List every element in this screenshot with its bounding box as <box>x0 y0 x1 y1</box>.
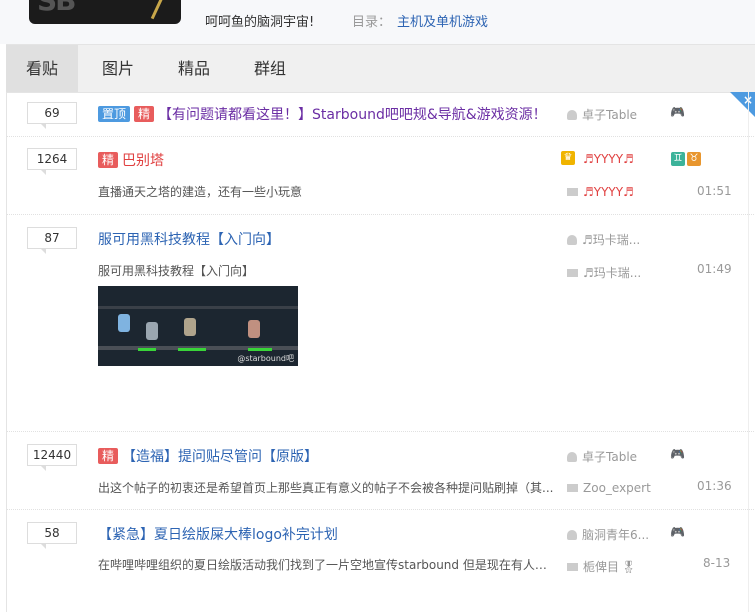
right-divider <box>748 92 749 612</box>
comment-icon <box>567 563 578 571</box>
last-reply-time: 8-13 <box>703 556 731 570</box>
thumb-character <box>118 314 130 332</box>
forum-header: SB 呵呵鱼的脑洞宇宙! 目录： 主机及单机游戏 <box>0 0 755 44</box>
thread-author[interactable]: 卓子Table <box>567 106 637 123</box>
thread-title[interactable]: 服可用黑科技教程【入门向】 <box>98 229 280 249</box>
reply-count: 69 <box>27 102 77 129</box>
author-name[interactable]: 卓子Table <box>582 108 637 122</box>
badge-icon: 🎖 <box>621 560 637 574</box>
zodiac-taurus-icon: ♉ <box>687 152 701 166</box>
last-reply-name[interactable]: Zoo_expert <box>583 481 651 495</box>
tab-featured[interactable]: 精品 <box>158 45 230 92</box>
thread-title[interactable]: 置顶精【有问题请都看这里！】Starbound吧吧规&导航&游戏资源！ <box>98 104 547 124</box>
reply-count: 87 <box>27 227 77 254</box>
user-icon <box>567 452 577 462</box>
tab-groups[interactable]: 群组 <box>234 45 306 92</box>
last-reply-author[interactable]: Zoo_expert <box>567 481 651 495</box>
directory-label: 目录： <box>352 15 392 30</box>
thread-list: × 69 置顶精【有问题请都看这里！】Starbound吧吧规&导航&游戏资源！… <box>6 92 755 612</box>
author-name[interactable]: 卓子Table <box>582 450 637 464</box>
thread-abstract: 服可用黑科技教程【入门向】 <box>98 264 255 278</box>
thread-title-text[interactable]: 【造福】提问贴尽管问【原版】 <box>122 449 318 465</box>
game-controller-icon: 🎮 <box>670 105 685 119</box>
comment-icon <box>567 269 578 277</box>
reply-count: 1264 <box>27 148 77 175</box>
thread-title[interactable]: 精巴别塔 <box>98 150 164 170</box>
last-reply-time: 01:51 <box>697 184 732 198</box>
featured-tag: 精 <box>98 448 119 464</box>
thumb-platform <box>98 306 298 309</box>
thread-author[interactable]: 卓子Table <box>567 448 637 465</box>
thumb-character <box>184 318 196 336</box>
last-reply-author[interactable]: ♬玛卡瑞... <box>567 264 641 281</box>
forum-slogan: 呵呵鱼的脑洞宇宙! <box>205 15 315 30</box>
thumb-watermark: @starbound吧 <box>237 354 294 363</box>
logo-mark: SB <box>37 0 76 17</box>
tab-posts[interactable]: 看贴 <box>6 45 78 92</box>
logo-stroke <box>150 0 167 20</box>
directory-link[interactable]: 主机及单机游戏 <box>397 11 488 30</box>
row-divider <box>7 431 755 432</box>
game-controller-icon: 🎮 <box>670 447 685 461</box>
forum-logo[interactable]: SB <box>29 0 181 24</box>
comment-icon <box>567 484 578 492</box>
tab-bar: 看贴 图片 精品 群组 <box>6 44 755 93</box>
game-controller-icon: 🎮 <box>670 525 685 539</box>
thumb-character <box>248 320 260 338</box>
last-reply-time: 01:49 <box>697 262 732 276</box>
user-icon <box>567 530 577 540</box>
thread-abstract: 在哔哩哔哩组织的夏日绘版活动我们找到了一片空地宣传starbound 但是现在有… <box>98 558 554 572</box>
row-divider <box>7 509 755 510</box>
last-reply-name[interactable]: 栀俾目 <box>583 560 619 574</box>
thread-thumbnail[interactable]: @starbound吧 <box>98 286 298 366</box>
author-name[interactable]: 脑洞青年6... <box>582 528 649 542</box>
thread-author[interactable]: ♬YYYY♬ <box>583 152 634 166</box>
thumb-character <box>146 322 158 340</box>
thread-title-text[interactable]: 【有问题请都看这里！】Starbound吧吧规&导航&游戏资源！ <box>158 107 547 123</box>
featured-tag: 精 <box>98 152 119 168</box>
author-name[interactable]: ♬玛卡瑞... <box>582 233 640 247</box>
featured-tag: 精 <box>134 106 155 122</box>
comment-icon <box>567 188 578 196</box>
thread-author[interactable]: 脑洞青年6... <box>567 526 649 543</box>
last-reply-name[interactable]: ♬YYYY♬ <box>583 185 634 199</box>
last-reply-author[interactable]: 栀俾目 🎖 <box>567 558 636 575</box>
last-reply-author[interactable]: ♬YYYY♬ <box>567 185 634 199</box>
pinned-tag: 置顶 <box>98 106 131 122</box>
reply-count: 12440 <box>27 444 77 471</box>
thumb-health-bar <box>178 348 206 351</box>
tab-images[interactable]: 图片 <box>82 45 154 92</box>
thread-abstract: 直播通天之塔的建造，还有一些小玩意 <box>98 185 303 199</box>
thread-author[interactable]: ♬玛卡瑞... <box>567 231 640 248</box>
user-icon <box>567 235 577 245</box>
zodiac-icon: ♊ <box>671 152 685 166</box>
vip-icon: ♛ <box>561 151 575 165</box>
thread-title[interactable]: 【紧急】夏日绘版屎大棒logo补完计划 <box>98 524 338 544</box>
last-reply-name[interactable]: ♬玛卡瑞... <box>583 266 641 280</box>
thread-abstract: 出这个帖子的初衷还是希望首页上那些真正有意义的帖子不会被各种提问贴刷掉（其... <box>98 481 554 495</box>
user-icon <box>567 110 577 120</box>
reply-count: 58 <box>27 522 77 549</box>
thread-title-text[interactable]: 巴别塔 <box>122 153 164 169</box>
row-divider <box>7 214 755 215</box>
thread-title[interactable]: 精【造福】提问贴尽管问【原版】 <box>98 446 318 466</box>
last-reply-time: 01:36 <box>697 479 732 493</box>
thumb-health-bar <box>248 348 272 351</box>
row-divider <box>7 136 755 137</box>
thumb-health-bar <box>138 348 156 351</box>
